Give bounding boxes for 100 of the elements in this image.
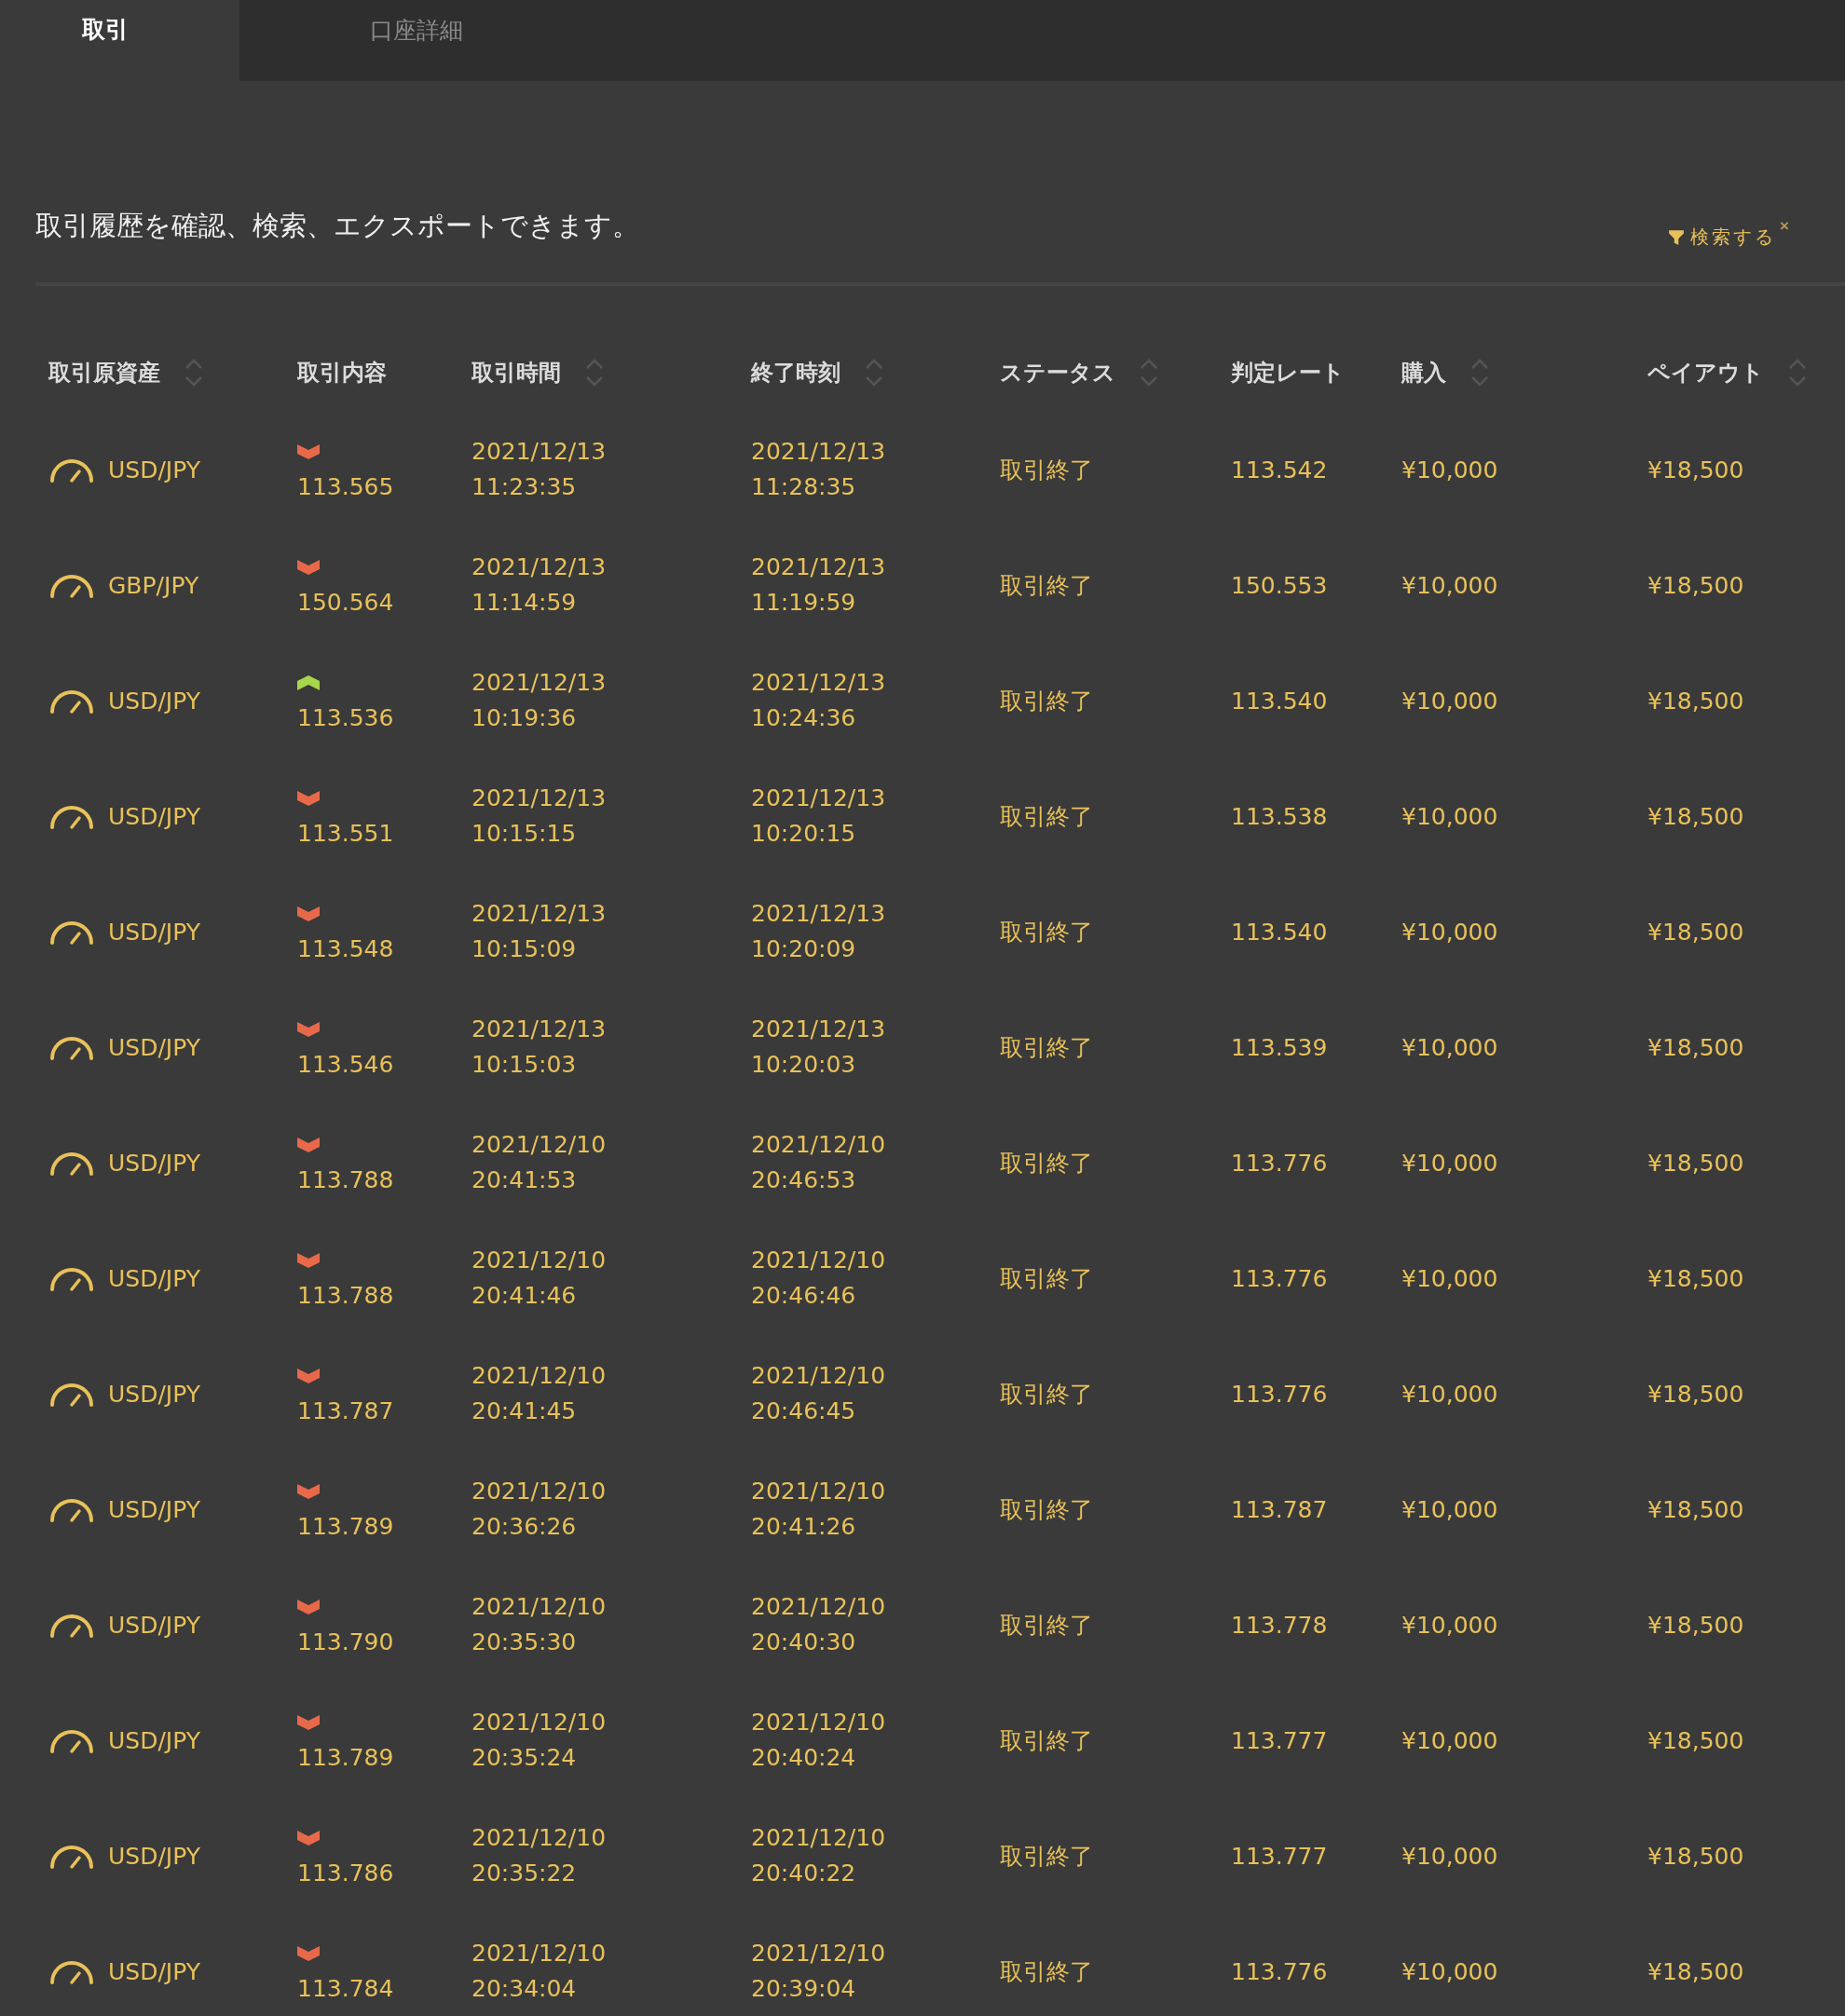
- down-chevron-icon: [297, 1137, 320, 1152]
- end-date: 2021/12/10: [751, 1361, 886, 1391]
- end-time: 10:20:03: [751, 1050, 856, 1080]
- tab[interactable]: 口座詳細: [239, 0, 519, 60]
- asset-name: USD/JPY: [108, 456, 200, 484]
- judgement-rate: 113.787: [1231, 1495, 1328, 1523]
- end-date: 2021/12/13: [751, 783, 886, 813]
- column-header[interactable]: ステータス: [1000, 357, 1115, 388]
- trade-date: 2021/12/13: [472, 899, 607, 929]
- description-text: 取引履歴を確認、検索、エクスポートできます。: [35, 209, 639, 243]
- down-chevron-icon: [297, 1831, 320, 1846]
- trade-date: 2021/12/10: [472, 1246, 607, 1275]
- end-time: 20:40:30: [751, 1628, 856, 1657]
- entry-price: 113.546: [297, 1050, 394, 1080]
- purchase-amount: ¥10,000: [1401, 1957, 1498, 1985]
- judgement-rate: 113.540: [1231, 918, 1328, 946]
- trade-date: 2021/12/13: [472, 1015, 607, 1044]
- trade-date: 2021/12/13: [472, 552, 607, 582]
- trade-time: 20:34:04: [472, 1974, 577, 2004]
- trade-time: 20:35:22: [472, 1859, 577, 1888]
- column-header[interactable]: 取引内容: [297, 357, 387, 388]
- trade-time: 20:35:30: [472, 1628, 577, 1657]
- trade-time: 10:19:36: [472, 703, 577, 733]
- end-date: 2021/12/10: [751, 1477, 886, 1506]
- column-header[interactable]: 取引原資産: [48, 357, 160, 388]
- payout-amount: ¥18,500: [1647, 1149, 1744, 1177]
- end-date: 2021/12/10: [751, 1823, 886, 1853]
- judgement-rate: 113.777: [1231, 1842, 1328, 1870]
- judgement-rate: 113.776: [1231, 1957, 1328, 1985]
- down-chevron-icon: [297, 906, 320, 921]
- status-text: 取引終了: [1000, 1725, 1093, 1756]
- trade-time: 20:41:46: [472, 1281, 577, 1311]
- payout-amount: ¥18,500: [1647, 1495, 1744, 1523]
- end-time: 20:46:46: [751, 1281, 856, 1311]
- end-date: 2021/12/10: [751, 1592, 886, 1622]
- end-date: 2021/12/10: [751, 1246, 886, 1275]
- payout-amount: ¥18,500: [1647, 1033, 1744, 1061]
- purchase-amount: ¥10,000: [1401, 687, 1498, 715]
- down-chevron-icon: [297, 1715, 320, 1730]
- trade-time: 10:15:15: [472, 819, 577, 849]
- down-chevron-icon: [297, 1484, 320, 1499]
- status-text: 取引終了: [1000, 917, 1093, 947]
- end-time: 20:41:26: [751, 1512, 856, 1542]
- payout-amount: ¥18,500: [1647, 456, 1744, 484]
- status-text: 取引終了: [1000, 1841, 1093, 1872]
- end-date: 2021/12/10: [751, 1708, 886, 1737]
- entry-price: 113.548: [297, 934, 394, 964]
- trade-date: 2021/12/10: [472, 1708, 607, 1737]
- asset-name: USD/JPY: [108, 1380, 200, 1408]
- judgement-rate: 113.778: [1231, 1611, 1328, 1639]
- entry-price: 113.787: [297, 1396, 394, 1426]
- column-header[interactable]: 購入: [1401, 357, 1446, 388]
- end-time: 20:40:24: [751, 1743, 856, 1773]
- trade-date: 2021/12/10: [472, 1477, 607, 1506]
- entry-price: 113.784: [297, 1974, 394, 2004]
- payout-amount: ¥18,500: [1647, 1264, 1744, 1292]
- status-text: 取引終了: [1000, 1610, 1093, 1641]
- asset-name: USD/JPY: [108, 1033, 200, 1061]
- end-date: 2021/12/13: [751, 552, 886, 582]
- column-header[interactable]: 判定レート: [1231, 357, 1345, 388]
- clear-filter-button[interactable]: ×: [1776, 217, 1789, 236]
- down-chevron-icon: [297, 560, 320, 575]
- purchase-amount: ¥10,000: [1401, 571, 1498, 599]
- end-date: 2021/12/10: [751, 1939, 886, 1968]
- entry-price: 113.565: [297, 472, 394, 502]
- trade-time: 10:15:09: [472, 934, 577, 964]
- trade-date: 2021/12/10: [472, 1361, 607, 1391]
- purchase-amount: ¥10,000: [1401, 456, 1498, 484]
- tab[interactable]: 取引: [0, 0, 239, 81]
- end-time: 20:40:22: [751, 1859, 856, 1888]
- trade-date: 2021/12/10: [472, 1130, 607, 1160]
- purchase-amount: ¥10,000: [1401, 918, 1498, 946]
- end-time: 10:20:09: [751, 934, 856, 964]
- asset-name: USD/JPY: [108, 1264, 200, 1292]
- end-date: 2021/12/13: [751, 437, 886, 467]
- trade-time: 20:41:45: [472, 1396, 577, 1426]
- payout-amount: ¥18,500: [1647, 1611, 1744, 1639]
- end-date: 2021/12/13: [751, 899, 886, 929]
- status-text: 取引終了: [1000, 455, 1093, 485]
- column-header[interactable]: 取引時間: [472, 357, 561, 388]
- judgement-rate: 150.553: [1231, 571, 1328, 599]
- purchase-amount: ¥10,000: [1401, 1264, 1498, 1292]
- asset-name: USD/JPY: [108, 1726, 200, 1754]
- payout-amount: ¥18,500: [1647, 1842, 1744, 1870]
- status-text: 取引終了: [1000, 1263, 1093, 1294]
- column-header[interactable]: ペイアウト: [1647, 357, 1764, 388]
- entry-price: 113.536: [297, 703, 394, 733]
- status-text: 取引終了: [1000, 1379, 1093, 1410]
- status-text: 取引終了: [1000, 686, 1093, 716]
- status-text: 取引終了: [1000, 1148, 1093, 1178]
- payout-amount: ¥18,500: [1647, 918, 1744, 946]
- trade-date: 2021/12/13: [472, 783, 607, 813]
- payout-amount: ¥18,500: [1647, 571, 1744, 599]
- column-header[interactable]: 終了時刻: [751, 357, 840, 388]
- purchase-amount: ¥10,000: [1401, 1380, 1498, 1408]
- search-filter-button[interactable]: 検索する: [1668, 225, 1777, 250]
- trade-date: 2021/12/10: [472, 1939, 607, 1968]
- asset-name: USD/JPY: [108, 802, 200, 830]
- asset-name: USD/JPY: [108, 1957, 200, 1985]
- down-chevron-icon: [297, 1369, 320, 1383]
